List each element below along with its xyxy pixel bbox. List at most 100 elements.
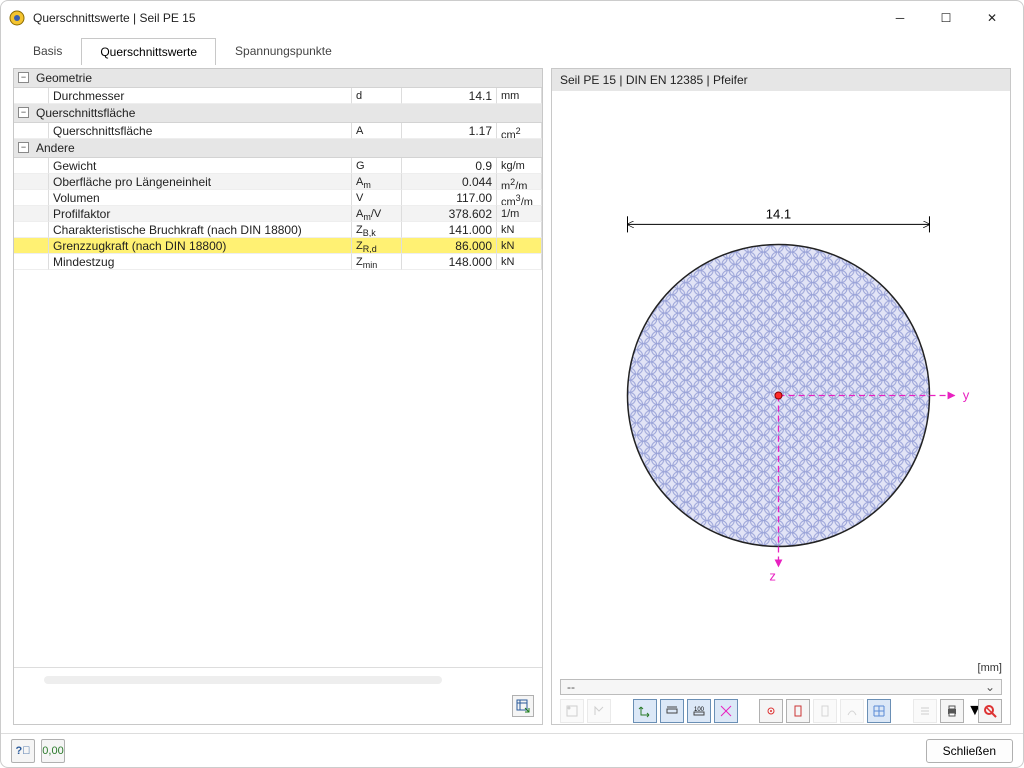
show-parts-button[interactable] [813, 699, 837, 723]
property-label: Mindestzug [49, 254, 352, 270]
preview-unit-label: [mm] [552, 660, 1010, 676]
property-row[interactable]: VolumenV117.00cm3/m [14, 190, 542, 206]
property-symbol: Am/V [352, 206, 402, 222]
preview-title: Seil PE 15 | DIN EN 12385 | Pfeifer [552, 69, 1010, 91]
show-dimensions-button[interactable] [660, 699, 684, 723]
property-label: Profilfaktor [49, 206, 352, 222]
group-header[interactable]: −Querschnittsfläche [14, 104, 542, 123]
property-row[interactable]: Oberfläche pro LängeneinheitAm0.044m2/m [14, 174, 542, 190]
property-value: 14.1 [402, 88, 497, 104]
group-header[interactable]: −Geometrie [14, 69, 542, 88]
minimize-button[interactable]: ─ [877, 1, 923, 34]
property-label: Durchmesser [49, 88, 352, 104]
values-button[interactable] [587, 699, 611, 723]
property-label: Charakteristische Bruchkraft (nach DIN 1… [49, 222, 352, 238]
property-unit: kN [497, 222, 542, 238]
property-unit: kN [497, 238, 542, 254]
property-value: 0.044 [402, 174, 497, 190]
property-row[interactable]: Grenzzugkraft (nach DIN 18800)ZR,d86.000… [14, 238, 542, 254]
property-label: Grenzzugkraft (nach DIN 18800) [49, 238, 352, 254]
property-label: Oberfläche pro Längeneinheit [49, 174, 352, 190]
preview-canvas[interactable]: 14.1 y z [552, 91, 1010, 660]
maximize-button[interactable]: ☐ [923, 1, 969, 34]
group-title: Geometrie [36, 71, 92, 85]
tabs: BasisQuerschnittswerteSpannungspunkte [1, 34, 1023, 64]
tab-querschnittswerte[interactable]: Querschnittswerte [81, 38, 216, 65]
property-symbol: V [352, 190, 402, 206]
collapse-icon[interactable]: − [18, 142, 29, 153]
properties-pane: −GeometrieDurchmesserd14.1mm−Querschnitt… [13, 68, 543, 725]
titlebar: Querschnittswerte | Seil PE 15 ─ ☐ ✕ [1, 1, 1023, 34]
svg-text:14.1: 14.1 [766, 206, 791, 221]
property-unit: 1/m [497, 206, 542, 222]
section-drawing: 14.1 y z [552, 91, 1010, 660]
show-grid-button[interactable] [867, 699, 891, 723]
property-value: 86.000 [402, 238, 497, 254]
property-row[interactable]: MindestzugZmin148.000kN [14, 254, 542, 270]
property-row[interactable]: QuerschnittsflächeA1.17cm2 [14, 123, 542, 139]
property-unit: cm2 [497, 123, 542, 139]
property-row[interactable]: GewichtG0.9kg/m [14, 158, 542, 174]
property-value: 378.602 [402, 206, 497, 222]
show-dimension-values-button[interactable]: 100 [687, 699, 711, 723]
units-button[interactable]: 0,00 [41, 739, 65, 763]
grid-scroll [14, 668, 542, 688]
show-sections-button[interactable] [786, 699, 810, 723]
property-unit: cm3/m [497, 190, 542, 206]
group-header[interactable]: −Andere [14, 139, 542, 158]
preview-combo[interactable]: -- ⌄ [560, 679, 1002, 695]
left-footer [14, 688, 542, 724]
svg-text:y: y [963, 388, 970, 403]
svg-text:z: z [769, 569, 776, 584]
reset-view-button[interactable] [978, 699, 1002, 723]
export-grid-button[interactable] [512, 695, 534, 717]
property-value: 141.000 [402, 222, 497, 238]
close-window-button[interactable]: ✕ [969, 1, 1015, 34]
property-unit: kg/m [497, 158, 542, 174]
show-principal-axes-button[interactable] [714, 699, 738, 723]
print-button[interactable] [940, 699, 964, 723]
tab-spannungspunkte[interactable]: Spannungspunkte [216, 37, 351, 64]
close-button[interactable]: Schließen [926, 739, 1013, 763]
window-controls: ─ ☐ ✕ [877, 1, 1015, 34]
property-unit: mm [497, 88, 542, 104]
collapse-icon[interactable]: − [18, 72, 29, 83]
property-symbol: G [352, 158, 402, 174]
property-symbol: d [352, 88, 402, 104]
group-title: Querschnittsfläche [36, 106, 135, 120]
property-unit: m2/m [497, 174, 542, 190]
property-row[interactable]: ProfilfaktorAm/V378.6021/m [14, 206, 542, 222]
app-window: Querschnittswerte | Seil PE 15 ─ ☐ ✕ Bas… [0, 0, 1024, 768]
help-button[interactable]: ?⃝ [11, 739, 35, 763]
preview-pane: Seil PE 15 | DIN EN 12385 | Pfeifer [551, 68, 1011, 725]
property-value: 117.00 [402, 190, 497, 206]
window-title: Querschnittswerte | Seil PE 15 [33, 11, 877, 25]
stress-points-button[interactable] [560, 699, 584, 723]
property-label: Querschnittsfläche [49, 123, 352, 139]
property-value: 1.17 [402, 123, 497, 139]
property-label: Volumen [49, 190, 352, 206]
list-stress-button[interactable] [913, 699, 937, 723]
property-value: 0.9 [402, 158, 497, 174]
chevron-down-icon: ⌄ [985, 680, 995, 694]
app-icon [9, 10, 25, 26]
show-shear-center-button[interactable] [759, 699, 783, 723]
statusbar: ?⃝ 0,00 Schließen [1, 733, 1023, 767]
property-symbol: A [352, 123, 402, 139]
property-row[interactable]: Charakteristische Bruchkraft (nach DIN 1… [14, 222, 542, 238]
property-value: 148.000 [402, 254, 497, 270]
properties-grid[interactable]: −GeometrieDurchmesserd14.1mm−Querschnitt… [14, 69, 542, 668]
preview-toolbar: 100 ▼ [552, 698, 1010, 724]
preview-combo-value: -- [567, 680, 575, 694]
property-symbol: Zmin [352, 254, 402, 270]
print-dropdown-icon[interactable]: ▼ [967, 699, 975, 723]
units-button-label: 0,00 [42, 745, 63, 757]
property-row[interactable]: Durchmesserd14.1mm [14, 88, 542, 104]
show-axes-button[interactable] [633, 699, 657, 723]
main-body: −GeometrieDurchmesserd14.1mm−Querschnitt… [1, 64, 1023, 733]
property-label: Gewicht [49, 158, 352, 174]
collapse-icon[interactable]: − [18, 107, 29, 118]
tab-basis[interactable]: Basis [14, 37, 81, 64]
show-welds-button[interactable] [840, 699, 864, 723]
property-symbol: ZR,d [352, 238, 402, 254]
